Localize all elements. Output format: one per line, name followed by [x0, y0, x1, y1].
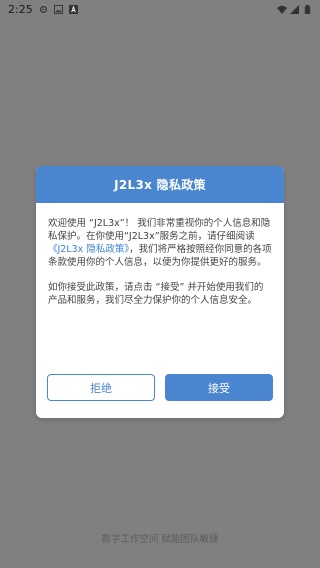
- dialog-header: J2L3x 隐私政策: [36, 166, 284, 203]
- status-bar: 2:25: [0, 0, 320, 18]
- status-time: 2:25: [8, 2, 33, 16]
- consent-paragraph: 如你接受此政策，请点击 “接受” 并开始使用我们的产品和服务，我们尽全力保护你的…: [48, 282, 264, 306]
- signal-icon: [290, 4, 299, 14]
- accept-button[interactable]: 接受: [165, 374, 273, 401]
- gear-icon: [39, 5, 48, 14]
- battery-icon: [303, 4, 312, 14]
- privacy-policy-dialog: J2L3x 隐私政策 欢迎使用 “J2L3x”！ 我们非常重视你的个人信息和隐私…: [36, 166, 284, 418]
- intro-text-before-link: 欢迎使用 “J2L3x”！ 我们非常重视你的个人信息和隐私保护。在你使用“J2L…: [48, 218, 271, 242]
- dialog-body: 欢迎使用 “J2L3x”！ 我们非常重视你的个人信息和隐私保护。在你使用“J2L…: [36, 203, 284, 307]
- app-a-icon: [68, 4, 78, 14]
- image-icon: [53, 4, 63, 14]
- app-screen: 2:25 J2L3x 隐私政策 欢迎使用 “J2L3x”！ 我们非常重视你的个人…: [0, 0, 320, 568]
- wifi-icon: [277, 5, 287, 14]
- reject-button[interactable]: 拒绝: [47, 374, 155, 401]
- dialog-title: J2L3x 隐私政策: [114, 178, 206, 192]
- status-left: 2:25: [8, 3, 78, 16]
- privacy-policy-link[interactable]: 《J2L3x 隐私政策》: [48, 244, 129, 255]
- intro-paragraph: 欢迎使用 “J2L3x”！ 我们非常重视你的个人信息和隐私保护。在你使用“J2L…: [48, 217, 272, 269]
- dialog-actions: 拒绝 接受: [36, 374, 284, 401]
- footer-slogan: 数字工作空间 赋能团队敏捷: [101, 534, 219, 545]
- status-right: [277, 4, 312, 14]
